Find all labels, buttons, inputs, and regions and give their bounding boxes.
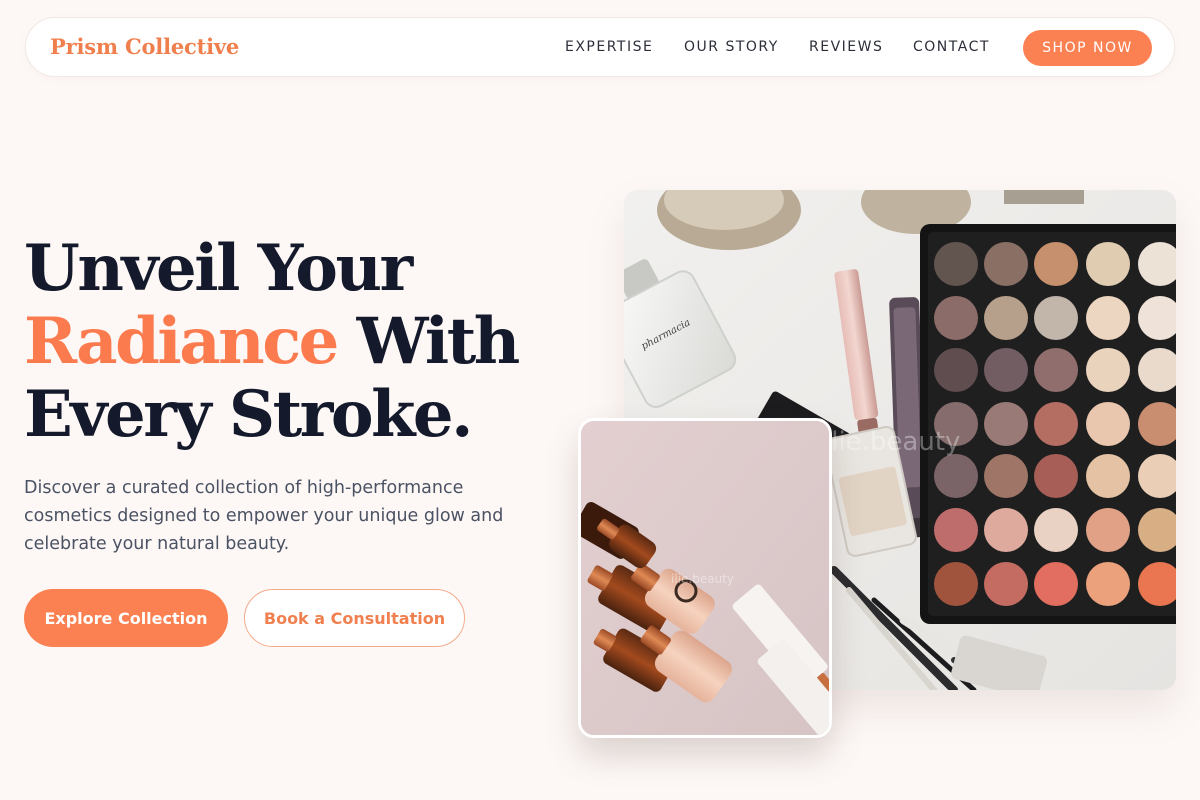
brand-logo[interactable]: Prism Collective <box>50 34 239 59</box>
main-image-watermark: ilie.beauty <box>824 427 960 457</box>
book-consultation-button[interactable]: Book a Consultation <box>244 589 465 647</box>
secondary-hero-image: ilie.beauty <box>578 418 832 738</box>
explore-collection-button[interactable]: Explore Collection <box>24 589 228 647</box>
headline-accent: Radiance <box>24 304 339 379</box>
nav-link-reviews[interactable]: REVIEWS <box>809 39 883 55</box>
headline-line-3: Every Stroke. <box>24 377 473 452</box>
headline-line-1: Unveil Your <box>24 231 413 306</box>
secondary-image-watermark: ilie.beauty <box>671 572 734 586</box>
nav-link-our-story[interactable]: OUR STORY <box>684 39 779 55</box>
nav-link-contact[interactable]: CONTACT <box>913 39 990 55</box>
hero-subtext: Discover a curated collection of high-pe… <box>24 478 504 554</box>
headline-line-2-rest: With <box>356 304 521 379</box>
shop-now-button[interactable]: SHOP NOW <box>1023 30 1152 66</box>
nav-link-expertise[interactable]: EXPERTISE <box>565 39 653 55</box>
top-navbar: Prism Collective EXPERTISE OUR STORY REV… <box>25 17 1175 77</box>
bottles-illustration: ilie.beauty <box>581 421 829 735</box>
hero-headline: Unveil Your Radiance With Every Stroke. <box>24 232 584 451</box>
